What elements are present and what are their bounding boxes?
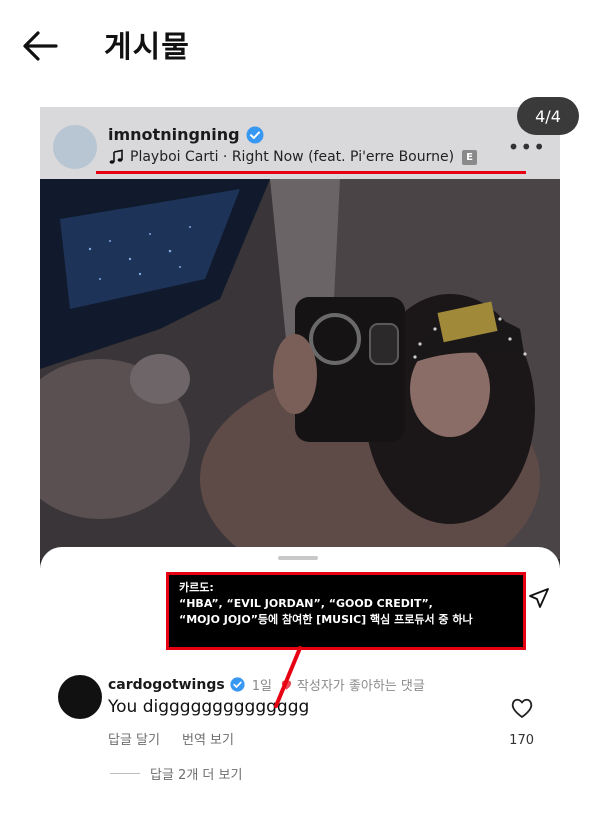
translate-button[interactable]: 번역 보기	[182, 729, 234, 748]
comment-time: 1일	[251, 679, 272, 694]
commenter-username[interactable]: cardogotwings	[108, 677, 225, 693]
view-more-replies-button[interactable]: 답글 2개 더 보기	[110, 764, 242, 783]
arrow-left-icon[interactable]	[20, 28, 60, 64]
comment-header: cardogotwings 1일 작성자가 좋아하는 댓글	[108, 675, 425, 695]
page-counter: 4/4	[517, 97, 579, 135]
verified-badge-icon	[230, 677, 245, 692]
annotation-line-2: “HBA”, “EVIL JORDAN”, “GOOD CREDIT”,	[179, 597, 433, 610]
explicit-badge: E	[462, 149, 478, 165]
annotation-line-3: “MOJO JOJO”등에 참여한 [MUSIC] 핵심 프로듀서 중 하나	[179, 613, 473, 626]
post-username[interactable]: imnotningning	[108, 125, 240, 144]
verified-badge-icon	[246, 126, 264, 143]
like-count: 170	[509, 733, 534, 748]
author-liked-label: 작성자가 좋아하는 댓글	[296, 679, 425, 694]
comment-text: You digggggggggggggg	[108, 697, 310, 717]
commenter-avatar[interactable]	[58, 675, 102, 719]
post-header: imnotningning Playboi Carti · Right Now …	[40, 107, 560, 179]
music-info[interactable]: Playboi Carti · Right Now (feat. Pi'erre…	[108, 149, 478, 165]
comment-actions: 답글 달기 번역 보기	[108, 729, 256, 748]
avatar[interactable]	[53, 125, 97, 169]
more-replies-label: 답글 2개 더 보기	[150, 768, 243, 783]
heart-icon[interactable]	[510, 697, 534, 719]
post-photo	[40, 179, 560, 559]
author-liked-heart-icon	[281, 680, 292, 690]
music-note-icon	[109, 149, 123, 164]
post-username-row: imnotningning	[108, 125, 264, 144]
sheet-drag-handle[interactable]	[278, 556, 318, 560]
highlight-underline	[96, 171, 526, 174]
replies-divider	[110, 773, 140, 774]
music-title: Playboi Carti · Right Now (feat. Pi'erre…	[130, 149, 455, 165]
send-icon[interactable]	[528, 587, 550, 609]
reply-button[interactable]: 답글 달기	[108, 729, 160, 748]
annotation-line-1: 카르도:	[179, 581, 214, 594]
page-title: 게시물	[104, 30, 190, 65]
post-card: imnotningning Playboi Carti · Right Now …	[40, 107, 560, 795]
more-options-icon[interactable]: •••	[508, 135, 546, 159]
top-app-bar: 게시물	[0, 0, 600, 90]
annotation-box: 카르도: “HBA”, “EVIL JORDAN”, “GOOD CREDIT”…	[166, 572, 526, 650]
